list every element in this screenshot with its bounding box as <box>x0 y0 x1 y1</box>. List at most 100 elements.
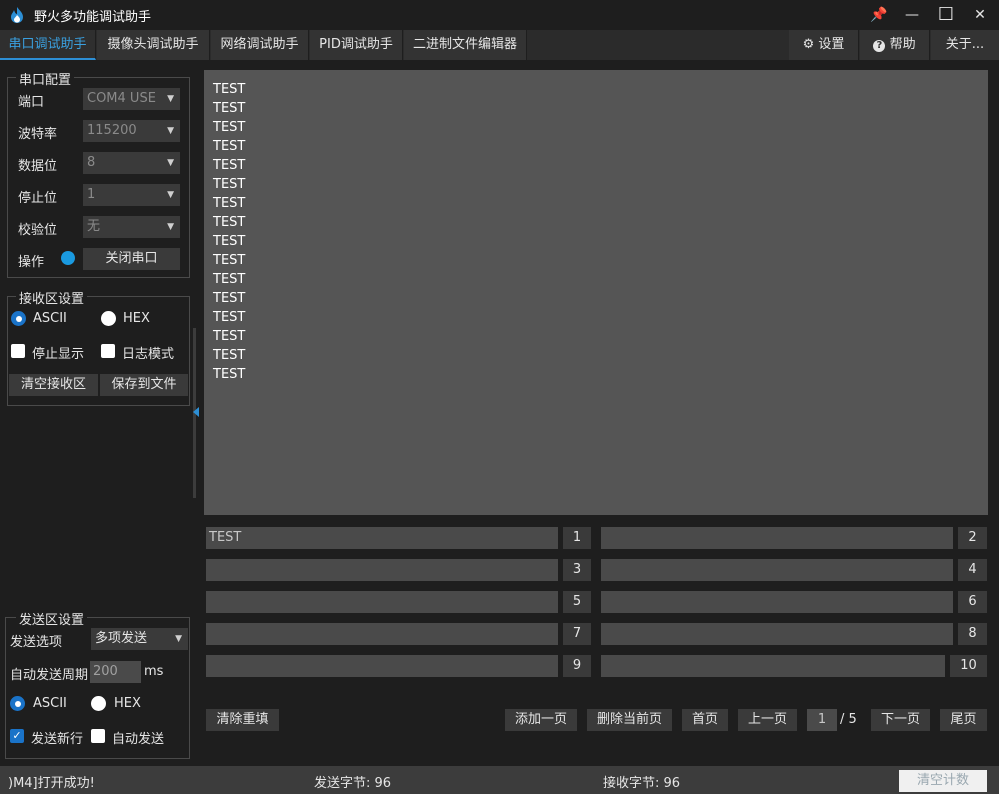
delete-page-button[interactable]: 删除当前页 <box>587 709 672 731</box>
port-select[interactable]: COM4 USE ▼ <box>83 88 180 110</box>
send-button-8[interactable]: 8 <box>958 623 987 645</box>
baud-label: 波特率 <box>18 127 58 142</box>
receive-line: TEST <box>213 310 246 325</box>
about-tab[interactable]: 关于... <box>931 30 999 60</box>
send-field-3[interactable] <box>206 559 558 581</box>
stop-bits-select[interactable]: 1 ▼ <box>83 184 180 206</box>
receive-hex-radio[interactable] <box>101 311 116 326</box>
send-hex-label: HEX <box>114 696 141 711</box>
maximize-button[interactable]: ☐ <box>933 4 959 26</box>
add-page-button[interactable]: 添加一页 <box>505 709 577 731</box>
dropdown-arrow-icon: ▼ <box>167 94 174 104</box>
send-hex-radio[interactable] <box>91 696 106 711</box>
send-option-value: 多项发送 <box>95 631 148 646</box>
status-bar <box>0 766 999 794</box>
prev-page-button[interactable]: 上一页 <box>738 709 797 731</box>
parity-label: 校验位 <box>18 223 58 238</box>
receive-line: TEST <box>213 139 246 154</box>
tab-network[interactable]: 网络调试助手 <box>211 30 309 60</box>
app-title: 野火多功能调试助手 <box>34 10 152 25</box>
first-page-button[interactable]: 首页 <box>682 709 728 731</box>
dropdown-arrow-icon: ▼ <box>167 158 174 168</box>
receive-ascii-radio[interactable] <box>11 311 26 326</box>
send-button-9[interactable]: 9 <box>563 655 591 677</box>
port-value: COM4 USE <box>87 91 156 106</box>
baud-value: 115200 <box>87 123 137 138</box>
send-button-3[interactable]: 3 <box>563 559 591 581</box>
parity-value: 无 <box>87 219 101 234</box>
auto-send-checkbox[interactable] <box>91 729 105 743</box>
auto-send-period-label: 自动发送周期 <box>10 668 89 683</box>
send-field-5[interactable] <box>206 591 558 613</box>
serial-config-title: 串口配置 <box>16 69 75 88</box>
receive-area[interactable]: TEST TEST TEST TEST TEST TEST TEST TEST … <box>204 70 988 515</box>
data-bits-label: 数据位 <box>18 159 58 174</box>
auto-send-period-input[interactable]: 200 <box>90 661 141 683</box>
clear-receive-button[interactable]: 清空接收区 <box>9 374 98 396</box>
receive-line: TEST <box>213 234 246 249</box>
send-button-2[interactable]: 2 <box>958 527 987 549</box>
receive-line: TEST <box>213 253 246 268</box>
settings-label: 设置 <box>818 37 845 52</box>
send-ascii-radio[interactable] <box>10 696 25 711</box>
send-field-10[interactable] <box>601 655 945 677</box>
settings-tab[interactable]: ⚙ 设置 <box>789 30 859 60</box>
operation-label: 操作 <box>18 255 45 270</box>
receive-line: TEST <box>213 291 246 306</box>
receive-hex-label: HEX <box>123 311 150 326</box>
send-field-7[interactable] <box>206 623 558 645</box>
receive-line: TEST <box>213 177 246 192</box>
receive-line: TEST <box>213 101 246 116</box>
log-mode-checkbox[interactable] <box>101 344 115 358</box>
tab-camera[interactable]: 摄像头调试助手 <box>97 30 210 60</box>
tab-serial[interactable]: 串口调试助手 <box>0 30 96 60</box>
send-field-4[interactable] <box>601 559 953 581</box>
close-button[interactable]: ✕ <box>967 4 993 26</box>
gear-icon: ⚙ <box>802 37 815 52</box>
send-button-6[interactable]: 6 <box>958 591 987 613</box>
send-option-select[interactable]: 多项发送 ▼ <box>91 628 188 650</box>
log-mode-label: 日志模式 <box>122 347 175 362</box>
clear-count-button[interactable]: 清空计数 <box>899 770 987 792</box>
send-field-8[interactable] <box>601 623 953 645</box>
data-bits-select[interactable]: 8 ▼ <box>83 152 180 174</box>
send-field-6[interactable] <box>601 591 953 613</box>
send-button-1[interactable]: 1 <box>563 527 591 549</box>
send-field-2[interactable] <box>601 527 953 549</box>
dropdown-arrow-icon: ▼ <box>167 126 174 136</box>
receive-line: TEST <box>213 348 246 363</box>
pin-icon[interactable]: 📌 <box>866 4 892 26</box>
next-page-button[interactable]: 下一页 <box>871 709 930 731</box>
save-to-file-button[interactable]: 保存到文件 <box>100 374 188 396</box>
send-button-7[interactable]: 7 <box>563 623 591 645</box>
clear-refill-button[interactable]: 清除重填 <box>206 709 279 731</box>
close-port-button[interactable]: 关闭串口 <box>83 248 180 270</box>
minimize-button[interactable]: — <box>899 4 925 26</box>
receive-settings-title: 接收区设置 <box>16 288 88 307</box>
dropdown-arrow-icon: ▼ <box>167 222 174 232</box>
send-button-10[interactable]: 10 <box>950 655 987 677</box>
send-field-9[interactable] <box>206 655 558 677</box>
stop-display-checkbox[interactable] <box>11 344 25 358</box>
baud-select[interactable]: 115200 ▼ <box>83 120 180 142</box>
parity-select[interactable]: 无 ▼ <box>83 216 180 238</box>
send-button-4[interactable]: 4 <box>958 559 987 581</box>
page-total: / 5 <box>840 712 857 727</box>
tab-binary-editor[interactable]: 二进制文件编辑器 <box>404 30 527 60</box>
tab-pid[interactable]: PID调试助手 <box>310 30 403 60</box>
stop-bits-value: 1 <box>87 187 96 202</box>
help-tab[interactable]: ? 帮助 <box>860 30 930 60</box>
send-newline-checkbox[interactable]: ✓ <box>10 729 24 743</box>
send-option-label: 发送选项 <box>10 635 63 650</box>
receive-line: TEST <box>213 329 246 344</box>
receive-line: TEST <box>213 196 246 211</box>
send-field-1[interactable]: TEST <box>206 527 558 549</box>
collapse-arrow-icon[interactable] <box>193 407 199 417</box>
help-label: 帮助 <box>889 37 916 52</box>
page-number-input[interactable]: 1 <box>807 709 837 731</box>
send-ascii-label: ASCII <box>33 696 67 711</box>
receive-line: TEST <box>213 82 246 97</box>
sent-bytes: 发送字节: 96 <box>314 776 392 791</box>
last-page-button[interactable]: 尾页 <box>940 709 987 731</box>
send-button-5[interactable]: 5 <box>563 591 591 613</box>
